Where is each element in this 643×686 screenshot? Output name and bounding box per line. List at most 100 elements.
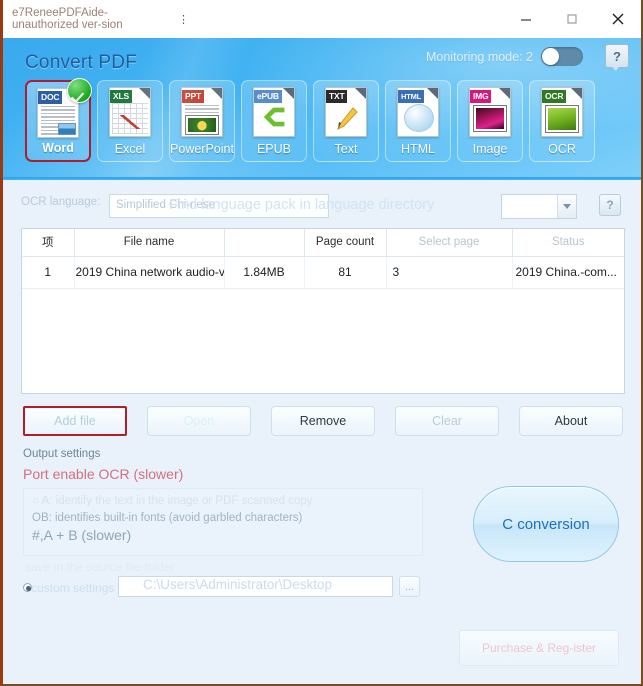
format-label-html: HTML [400,142,436,156]
format-tile-image[interactable]: IMG Image [457,80,523,162]
ocr-thumbnail-icon [545,105,579,133]
page-fold-icon [283,88,294,99]
maximize-button[interactable] [549,0,595,38]
cell-page-count: 81 [304,256,387,289]
format-tag-label: TXT [326,90,348,103]
custom-output-path-row: custom settings C:\Users\Administrator\D… [23,576,641,602]
help-icon[interactable]: ? [605,44,629,71]
column-header-page-count[interactable]: Page count [304,229,387,257]
image-doc-icon: IMG [469,87,511,137]
clear-button[interactable]: Clear [395,406,499,436]
pencil-icon [336,107,358,131]
divider [3,177,641,180]
format-label-epub: EPUB [256,142,292,156]
column-header-index[interactable]: 项 [22,229,75,257]
ocr-language-row: OCR language: Simplified Chi-nese Find l… [21,194,625,228]
cell-status: 2019 China.-com... [512,256,624,289]
open-button[interactable]: Open [147,406,251,436]
main-content: OCR language: Simplified Chi-nese Find l… [3,177,641,684]
format-tile-text[interactable]: TXT Text [313,80,379,162]
convert-button[interactable]: C conversion [473,486,619,562]
format-label-image: Image [472,142,508,156]
column-header-select-page[interactable]: Select page [386,229,513,257]
spreadsheet-grid-icon [112,103,148,134]
doc-lines [185,105,219,133]
ocr-option-a[interactable]: ○ A: identify the text in the image or P… [32,494,414,508]
remove-button[interactable]: Remove [271,406,375,436]
column-header-status[interactable]: Status [512,229,624,257]
page-fold-icon [67,89,78,100]
selected-check-icon [67,78,92,103]
format-tile-ocr[interactable]: OCR OCR [529,80,595,162]
format-tile-excel[interactable]: XLS Excel [97,80,163,162]
format-tile-list: DOC Word XLS Excel PPT PowerPoint ePUB E… [25,78,595,162]
slide-image-icon [185,115,219,135]
purchase-register-button[interactable]: Purchase & Reg-ister [459,630,619,666]
format-tile-epub[interactable]: ePUB EPUB [241,80,307,162]
page-fold-icon [139,88,150,99]
ocr-enable-heading: Port enable OCR (slower) [23,466,184,482]
format-tile-word[interactable]: DOC Word [25,78,92,162]
ocr-help-icon[interactable]: ? [599,194,621,216]
format-label-text: Text [334,142,358,156]
format-tile-html[interactable]: HTML HTML [385,80,451,162]
format-tag-label: OCR [542,90,567,103]
page-fold-icon [355,88,366,99]
doc-lines [41,106,75,135]
close-button[interactable] [595,0,641,38]
format-label-word: Word [42,141,74,155]
format-tag-label: DOC [38,91,63,104]
format-label-ocr: OCR [548,142,576,156]
window-controls [503,0,641,38]
custom-settings-label: custom settings [31,581,115,595]
epub-doc-icon: ePUB [253,87,295,137]
ocr-option-ab[interactable]: #,A + B (slower) [32,528,414,542]
ocr-language-label: OCR language: [21,196,101,208]
menu-dots-icon[interactable]: ⋮ [178,13,190,26]
globe-icon [404,104,434,132]
title-bar: e7ReneePDFAide-unauthorized ver-sion ⋮ [3,0,641,38]
save-in-source-folder-option[interactable]: save in the source file folder [25,560,174,574]
monitoring-mode-label: Monitoring mode: 2 [425,49,533,64]
page-fold-icon [427,88,438,99]
page-fold-icon [571,88,582,99]
about-button[interactable]: About [519,406,623,436]
format-tag-label: HTML [398,90,425,103]
column-header-size[interactable] [224,229,305,257]
text-doc-icon: TXT [325,87,367,137]
secondary-select[interactable] [501,194,577,219]
add-file-button[interactable]: Add file [23,406,127,436]
format-label-powerpoint: PowerPoint [170,142,234,156]
table-row[interactable]: 1 2019 China network audio-visual develo… [22,256,624,289]
html-doc-icon: HTML [397,87,439,137]
page-title: Convert PDF [25,52,138,73]
output-path-value: C:\Users\Administrator\Desktop [143,577,333,592]
application-window: e7ReneePDFAide-unauthorized ver-sion ⋮ C… [0,0,643,686]
monitoring-mode-toggle[interactable] [541,47,583,66]
word-doc-icon: DOC [37,88,79,138]
column-header-file-name[interactable]: File name [74,229,225,257]
output-settings-label: Output settings [23,448,101,460]
page-fold-icon [499,88,510,99]
photo-thumbnail-icon [473,105,507,132]
header-banner: Convert PDF Monitoring mode: 2 ? DOC Wor… [3,38,641,178]
format-tag-label: PPT [182,90,204,103]
ocr-options-group: ○ A: identify the text in the image or P… [23,488,423,556]
cell-select-page[interactable]: 3 [386,256,513,289]
cell-size: 1.84MB [224,256,305,289]
page-fold-icon [211,88,222,99]
ocr-option-b[interactable]: OB: identifies built-in fonts (avoid gar… [32,511,414,525]
monitoring-mode-control[interactable]: Monitoring mode: 2 [426,47,583,66]
file-action-buttons: Add file Open Remove Clear About [23,406,625,438]
browse-folder-button[interactable]: ... [399,576,420,597]
format-label-excel: Excel [114,142,146,156]
format-tile-powerpoint[interactable]: PPT PowerPoint [169,80,235,162]
toggle-knob [542,48,559,65]
excel-doc-icon: XLS [109,87,151,137]
file-table: 项 File name Page count Select page Statu… [21,228,625,394]
powerpoint-doc-icon: PPT [181,87,223,137]
minimize-button[interactable] [503,0,549,38]
cell-file-name: 2019 China network audio-visual developr [74,256,225,289]
epub-logo-icon [263,107,285,127]
chevron-down-icon[interactable] [557,195,576,218]
